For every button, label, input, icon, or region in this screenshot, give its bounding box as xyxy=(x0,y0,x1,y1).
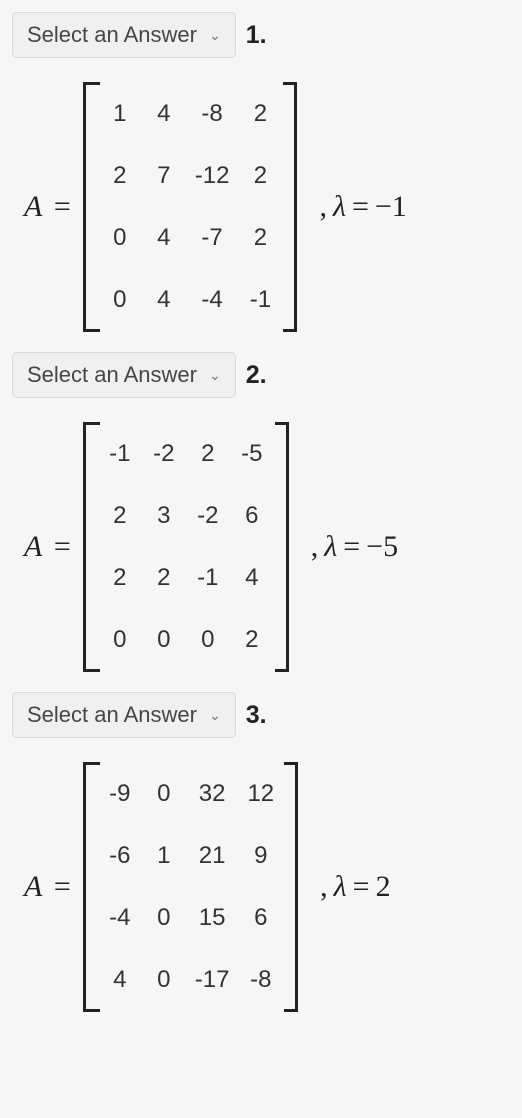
lambda-condition-2: ,λ=−5 xyxy=(311,530,398,564)
cell: 6 xyxy=(239,502,265,530)
cell: 0 xyxy=(107,286,133,314)
question-block-3: Select an Answer ⌄ 3. A = -9 0 32 12 -6 1 21 9… xyxy=(12,692,510,1012)
cell: -1 xyxy=(247,286,273,314)
cell: 1 xyxy=(151,842,177,870)
cell: -2 xyxy=(151,440,177,468)
cell: 2 xyxy=(239,626,265,654)
matrix-1: 14-82 27-122 04-72 04-4-1 xyxy=(83,82,298,332)
matrix-lhs-2: A = xyxy=(24,530,75,564)
cell: -4 xyxy=(107,904,133,932)
cell: 2 xyxy=(247,224,273,252)
cell: 0 xyxy=(151,626,177,654)
left-bracket xyxy=(83,422,97,672)
right-bracket xyxy=(283,82,297,332)
cell: 0 xyxy=(107,626,133,654)
cell: 0 xyxy=(151,904,177,932)
right-bracket xyxy=(284,762,298,1012)
left-bracket xyxy=(83,82,97,332)
cell: -7 xyxy=(195,224,230,252)
select-row-3: Select an Answer ⌄ 3. xyxy=(12,692,510,738)
question-number-3: 3. xyxy=(246,701,267,730)
cell: 15 xyxy=(195,904,230,932)
cell: -9 xyxy=(107,780,133,808)
matrix-lhs-1: A = xyxy=(24,190,75,224)
cell: 0 xyxy=(195,626,221,654)
cell: -2 xyxy=(195,502,221,530)
chevron-down-icon: ⌄ xyxy=(209,707,221,724)
select-label: Select an Answer xyxy=(27,362,197,388)
select-label: Select an Answer xyxy=(27,702,197,728)
cell: 4 xyxy=(239,564,265,592)
cell: 9 xyxy=(247,842,274,870)
answer-select-2[interactable]: Select an Answer ⌄ xyxy=(12,352,236,398)
lambda-condition-1: ,λ=−1 xyxy=(319,190,406,224)
cell: 2 xyxy=(107,564,133,592)
cell: 2 xyxy=(247,100,273,128)
matrix-cells-3: -903212 -61219 -40156 40-17-8 xyxy=(97,762,284,1012)
question-block-2: Select an Answer ⌄ 2. A = -1-22-5 23-26 … xyxy=(12,352,510,672)
cell: -1 xyxy=(195,564,221,592)
cell: 3 xyxy=(151,502,177,530)
equation-row-2: A = -1-22-5 23-26 22-14 0002 ,λ=−5 xyxy=(12,422,510,672)
matrix-cells-1: 14-82 27-122 04-72 04-4-1 xyxy=(97,82,284,332)
question-block-1: Select an Answer ⌄ 1. A = 14-82 27-122 0… xyxy=(12,12,510,332)
chevron-down-icon: ⌄ xyxy=(209,27,221,44)
cell: 0 xyxy=(107,224,133,252)
cell: 2 xyxy=(247,162,273,190)
cell: 0 xyxy=(151,966,177,994)
cell: 32 xyxy=(195,780,230,808)
cell: 6 xyxy=(247,904,274,932)
answer-select-1[interactable]: Select an Answer ⌄ xyxy=(12,12,236,58)
select-label: Select an Answer xyxy=(27,22,197,48)
cell: 2 xyxy=(107,502,133,530)
equation-row-3: A = -903212 -61219 -40156 40-17-8 ,λ=2 xyxy=(12,762,510,1012)
cell: -5 xyxy=(239,440,265,468)
select-row-2: Select an Answer ⌄ 2. xyxy=(12,352,510,398)
matrix-3: -903212 -61219 -40156 40-17-8 xyxy=(83,762,298,1012)
cell: 2 xyxy=(151,564,177,592)
cell: -6 xyxy=(107,842,133,870)
matrix-cells-2: -1-22-5 23-26 22-14 0002 xyxy=(97,422,275,672)
cell: 12 xyxy=(247,780,274,808)
cell: -1 xyxy=(107,440,133,468)
cell: -12 xyxy=(195,162,230,190)
cell: 0 xyxy=(151,780,177,808)
answer-select-3[interactable]: Select an Answer ⌄ xyxy=(12,692,236,738)
question-number-2: 2. xyxy=(246,361,267,390)
cell: 4 xyxy=(107,966,133,994)
cell: 21 xyxy=(195,842,230,870)
cell: 7 xyxy=(151,162,177,190)
cell: -8 xyxy=(247,966,274,994)
cell: 4 xyxy=(151,224,177,252)
equation-row-1: A = 14-82 27-122 04-72 04-4-1 ,λ=−1 xyxy=(12,82,510,332)
cell: -4 xyxy=(195,286,230,314)
question-number-1: 1. xyxy=(246,21,267,50)
cell: 4 xyxy=(151,100,177,128)
cell: 1 xyxy=(107,100,133,128)
left-bracket xyxy=(83,762,97,1012)
select-row-1: Select an Answer ⌄ 1. xyxy=(12,12,510,58)
right-bracket xyxy=(275,422,289,672)
chevron-down-icon: ⌄ xyxy=(209,367,221,384)
cell: 4 xyxy=(151,286,177,314)
lambda-condition-3: ,λ=2 xyxy=(320,870,390,904)
cell: -8 xyxy=(195,100,230,128)
cell: 2 xyxy=(195,440,221,468)
cell: 2 xyxy=(107,162,133,190)
cell: -17 xyxy=(195,966,230,994)
matrix-lhs-3: A = xyxy=(24,870,75,904)
matrix-2: -1-22-5 23-26 22-14 0002 xyxy=(83,422,289,672)
